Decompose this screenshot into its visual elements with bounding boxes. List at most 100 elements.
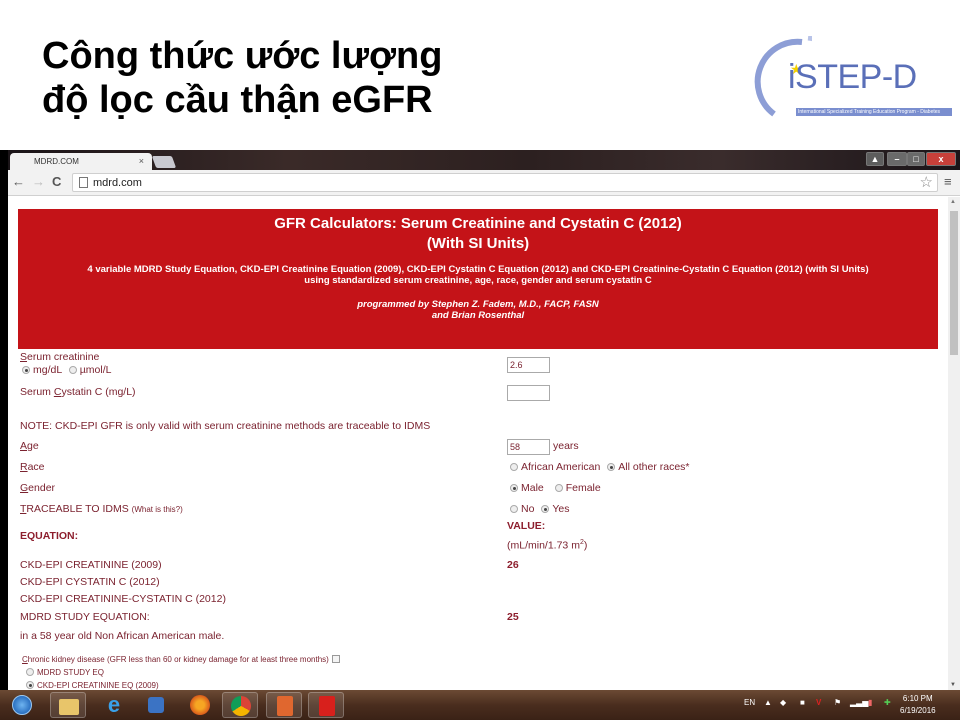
gender-label: Gender	[20, 482, 56, 494]
equation-header: EQUATION:	[20, 530, 79, 542]
battery-icon[interactable]: ▮	[868, 698, 872, 708]
unit-label-umol: µmol/L	[79, 364, 112, 376]
windows-flag-icon[interactable]: ■	[800, 698, 805, 708]
start-button[interactable]	[4, 692, 40, 718]
taskbar-internet-explorer[interactable]: e	[96, 692, 132, 718]
taskbar-file-explorer[interactable]	[50, 692, 86, 718]
reload-icon[interactable]: C	[52, 175, 61, 189]
address-bar[interactable]: mdrd.com ☆	[72, 173, 938, 192]
what-is-this-link[interactable]: (What is this?)	[132, 505, 183, 514]
system-clock[interactable]: 6:10 PM 6/19/2016	[900, 693, 936, 717]
internet-explorer-icon: e	[107, 692, 121, 717]
idms-radio-yes[interactable]	[541, 505, 550, 513]
age-unit: years	[553, 440, 579, 452]
race-group: African American All other races*	[510, 461, 690, 474]
banner-description2: using standardized serum creatinine, age…	[304, 275, 652, 286]
show-hidden-icons[interactable]: ▲	[764, 698, 772, 708]
idms-label: TRACEABLE TO IDMS (What is this?)	[20, 503, 183, 515]
taskbar-chrome[interactable]	[222, 692, 258, 718]
url-text[interactable]: mdrd.com	[93, 176, 142, 190]
ckd-option-ckd-epi: CKD-EPI CREATININE EQ (2009)	[26, 679, 159, 690]
equation-row-mdrd: MDRD STUDY EQUATION:	[20, 611, 150, 623]
equation-row-ckd-epi-cystatin: CKD-EPI CYSTATIN C (2012)	[20, 576, 160, 588]
bookmark-star-icon[interactable]: ☆	[920, 174, 933, 191]
minimize-icon: –	[894, 154, 900, 164]
gender-radio-male[interactable]	[510, 484, 518, 492]
serum-creatinine-input[interactable]: 2.6	[507, 357, 550, 373]
banner-credits-line1: programmed by Stephen Z. Fadem, M.D., FA…	[357, 299, 599, 310]
equation-row-ckd-epi-creatinine: CKD-EPI CREATININE (2009)	[20, 559, 162, 571]
taskbar-firefox[interactable]	[182, 692, 218, 718]
network-drive-icon[interactable]: ◆	[780, 698, 786, 708]
firefox-icon	[190, 695, 210, 715]
action-center-flag-icon[interactable]: ⚑	[834, 698, 841, 708]
equation-row-ckd-epi-creat-cystatin: CKD-EPI CREATININE-CYSTATIN C (2012)	[20, 593, 226, 605]
vertical-scrollbar[interactable]: ▲ ▼	[948, 197, 960, 690]
tab-title: MDRD.COM	[34, 157, 79, 166]
ckd-radio-ckd-epi[interactable]	[26, 681, 34, 689]
clock-date: 6/19/2016	[900, 706, 936, 715]
tab-close-icon[interactable]: ×	[139, 153, 144, 170]
ckd-checkbox[interactable]	[331, 655, 340, 663]
unit-label-mgdl: mg/dL	[33, 364, 62, 376]
window-edge	[0, 150, 8, 690]
race-radio-african-american[interactable]	[510, 463, 518, 471]
race-label-african-american: African American	[521, 461, 601, 473]
taskbar-acrobat[interactable]	[308, 692, 344, 718]
title-bar: MDRD.COM × ▲ – □ x	[0, 150, 960, 170]
race-radio-other[interactable]	[607, 463, 616, 471]
creatinine-unit-group: mg/dL µmol/L	[22, 364, 111, 377]
chrome-icon	[231, 696, 251, 716]
banner-title-line1: GFR Calculators: Serum Creatinine and Cy…	[274, 215, 682, 232]
antivirus-icon[interactable]: V	[816, 698, 821, 708]
value-mdrd: 25	[507, 611, 519, 623]
calculator-banner: GFR Calculators: Serum Creatinine and Cy…	[18, 209, 938, 349]
close-icon: x	[938, 154, 944, 164]
cystatin-input[interactable]	[507, 385, 550, 401]
tab-mdrd[interactable]: MDRD.COM ×	[10, 153, 152, 170]
user-profile-button[interactable]: ▲	[866, 152, 884, 166]
forward-arrow-icon[interactable]: →	[32, 175, 45, 189]
windows-start-icon	[12, 695, 32, 715]
race-label: Race	[20, 461, 45, 473]
logo-subtitle: International Specialized Training Educa…	[796, 108, 952, 116]
taskbar-media-player[interactable]	[138, 692, 174, 718]
signal-strength-icon[interactable]: ▂▃▅	[850, 698, 868, 708]
banner-description: 4 variable MDRD Study Equation, CKD-EPI …	[87, 264, 869, 275]
gender-label-female: Female	[565, 482, 601, 494]
new-tab-button[interactable]	[151, 156, 177, 168]
scroll-thumb[interactable]	[950, 211, 958, 355]
page-icon	[79, 177, 88, 188]
serum-creatinine-label: Serum creatinine	[20, 351, 100, 363]
value-header: VALUE:	[507, 520, 546, 532]
istep-d-logo: ★ iSTEP-D International Specialized Trai…	[752, 36, 952, 120]
value-ckd-epi-creatinine: 26	[507, 559, 519, 571]
scroll-down-icon[interactable]: ▼	[950, 682, 956, 688]
maximize-icon: □	[913, 154, 919, 164]
gender-radio-female[interactable]	[554, 484, 563, 492]
unit-radio-umol[interactable]	[68, 366, 77, 374]
taskbar-powerpoint[interactable]	[266, 692, 302, 718]
cystatin-label: Serum Cystatin C (mg/L)	[20, 386, 136, 398]
scroll-up-icon[interactable]: ▲	[950, 199, 956, 205]
menu-icon[interactable]: ≡	[944, 175, 952, 189]
back-arrow-icon[interactable]: ←	[12, 175, 25, 189]
minimize-button[interactable]: –	[887, 152, 907, 166]
maximize-button[interactable]: □	[907, 152, 925, 166]
slide-title-line2: độ lọc cầu thận eGFR	[42, 79, 433, 121]
language-indicator[interactable]: EN	[744, 698, 755, 708]
user-icon: ▲	[870, 154, 880, 164]
ckd-radio-mdrd[interactable]	[26, 668, 34, 676]
idms-label-no: No	[521, 503, 535, 515]
sync-icon[interactable]: ✚	[884, 698, 891, 708]
age-input[interactable]: 58	[507, 439, 550, 455]
gender-label-male: Male	[521, 482, 544, 494]
folder-icon	[59, 699, 79, 715]
unit-radio-mgdl[interactable]	[22, 366, 30, 374]
clock-time: 6:10 PM	[902, 694, 933, 703]
idms-radio-no[interactable]	[510, 505, 518, 513]
gender-group: Male Female	[510, 482, 601, 495]
windows-taskbar: e EN ▲ ◆ ■ V ⚑ ▂▃▅ ▮ ✚ 6:10 PM 6/19/2016	[0, 690, 960, 720]
close-button[interactable]: x	[926, 152, 956, 166]
browser-window: MDRD.COM × ▲ – □ x ← → C mdrd.com ☆ ≡ GF…	[0, 150, 960, 690]
